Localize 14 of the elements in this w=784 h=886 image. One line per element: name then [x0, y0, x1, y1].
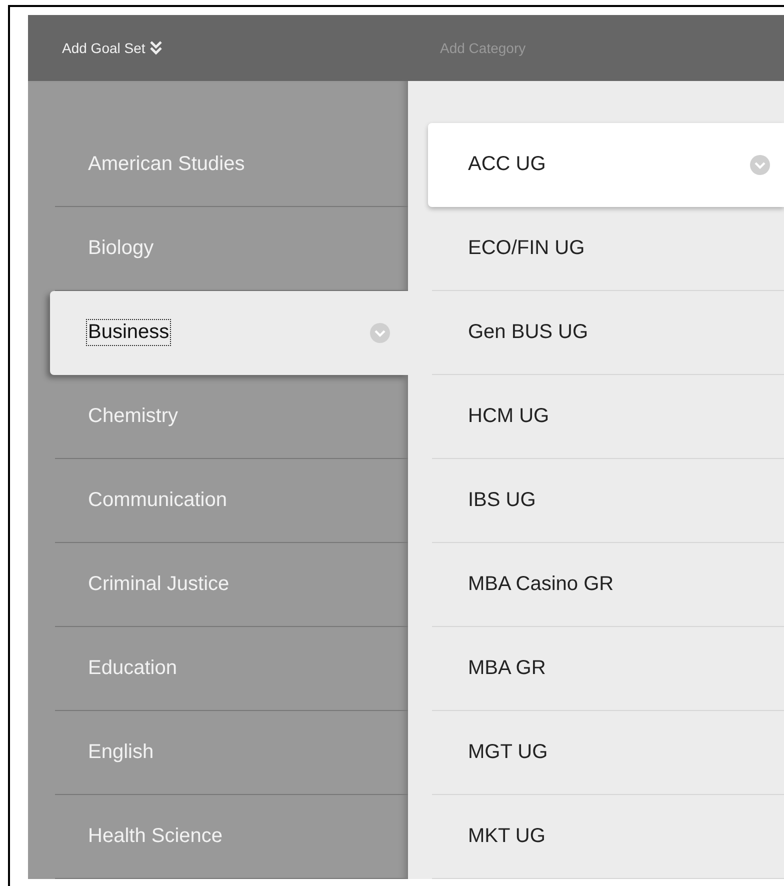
category-item[interactable]: HCM UG [432, 375, 784, 459]
category-item[interactable]: MBA Casino GR [432, 543, 784, 627]
goal-set-item[interactable]: Business [50, 291, 408, 375]
chevron-down-icon[interactable] [370, 322, 390, 342]
category-item[interactable]: ECO/FIN UG [432, 207, 784, 291]
category-item[interactable]: MKT UG [432, 795, 784, 879]
category-item[interactable]: MGT UG [432, 711, 784, 795]
chevron-down-icon[interactable] [750, 154, 770, 174]
category-item[interactable]: ACC UG [428, 123, 784, 207]
category-item[interactable]: MBA GR [432, 627, 784, 711]
category-item[interactable]: IBS UG [432, 459, 784, 543]
add-goal-set-button[interactable]: Add Goal Set [28, 15, 408, 81]
category-item[interactable]: Gen BUS UG [432, 291, 784, 375]
double-chevron-icon [149, 40, 164, 56]
